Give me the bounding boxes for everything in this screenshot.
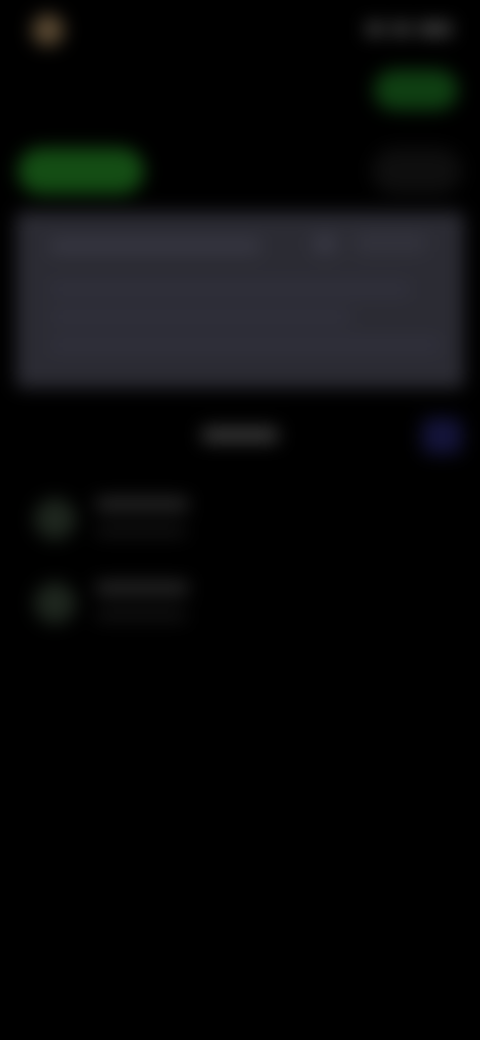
status-time	[72, 18, 122, 40]
list-item[interactable]	[0, 478, 480, 562]
signal-icon	[366, 23, 384, 35]
blurred-content	[0, 0, 480, 1040]
card-line-2	[50, 312, 350, 322]
card-line-1	[50, 284, 410, 294]
battery-icon	[418, 23, 452, 35]
app-screen	[0, 0, 480, 1040]
card-line-3	[50, 340, 440, 350]
status-bar	[0, 0, 480, 60]
list-item-name	[96, 494, 196, 514]
header-action-button[interactable]	[374, 70, 458, 110]
list-item-subtitle	[96, 610, 186, 620]
tab-2[interactable]	[160, 148, 260, 194]
list-item[interactable]	[0, 562, 480, 646]
status-icons	[352, 18, 452, 40]
section-action-button[interactable]	[422, 418, 462, 454]
avatar	[34, 582, 76, 624]
card-info-icon	[314, 236, 336, 252]
list-item-name	[96, 578, 196, 598]
profile-avatar[interactable]	[32, 14, 64, 46]
section-header	[0, 404, 480, 464]
list-item-subtitle	[96, 526, 186, 536]
card-meta	[356, 234, 426, 252]
page-title	[20, 78, 120, 108]
card-title	[50, 234, 270, 256]
wifi-icon	[392, 23, 410, 35]
tab-1[interactable]	[18, 148, 144, 194]
header	[0, 60, 480, 130]
avatar	[34, 498, 76, 540]
section-title	[200, 422, 280, 448]
tab-3[interactable]	[372, 148, 462, 194]
info-card[interactable]	[16, 212, 464, 388]
contact-list	[0, 478, 480, 646]
tab-bar	[0, 140, 480, 202]
